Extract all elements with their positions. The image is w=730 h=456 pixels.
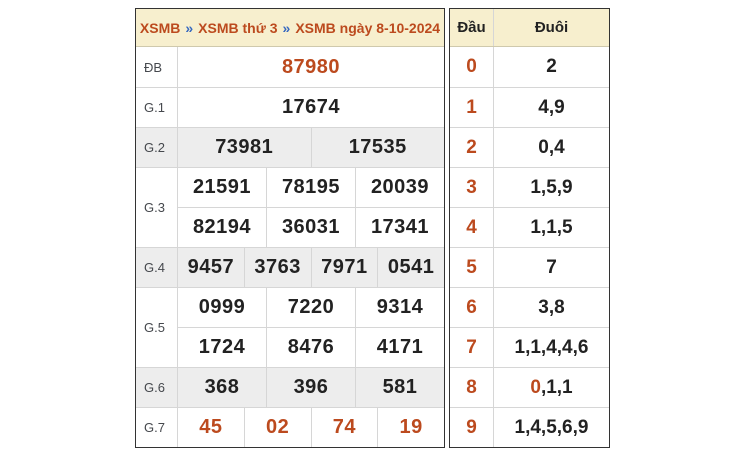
prize-number: 3763 xyxy=(244,248,311,287)
head-tail-row-7: 7 1,1,4,4,6 xyxy=(450,327,609,367)
prize-number: 0999 xyxy=(178,288,266,327)
results-table: XSMB » XSMB thứ 3 » XSMB ngày 8-10-2024 … xyxy=(135,8,445,448)
prize-number: 0541 xyxy=(377,248,444,287)
tail-digits: 1,1,5 xyxy=(494,208,609,247)
prize-number: 78195 xyxy=(266,168,355,207)
prize-number: 4171 xyxy=(355,328,444,367)
head-digit: 7 xyxy=(450,328,494,367)
breadcrumb: XSMB » XSMB thứ 3 » XSMB ngày 8-10-2024 xyxy=(136,9,444,47)
prize-row-g7: G.7 45 02 74 19 xyxy=(136,407,444,447)
head-tail-row-3: 3 1,5,9 xyxy=(450,167,609,207)
prize-row-g4: G.4 9457 3763 7971 0541 xyxy=(136,247,444,287)
prize-number: 9457 xyxy=(178,248,244,287)
head-digit: 9 xyxy=(450,408,494,447)
tail-rest: 1,4,5,6,9 xyxy=(515,417,589,439)
tail-rest: 4,9 xyxy=(538,97,564,119)
tail-rest: 1,1,5 xyxy=(530,217,572,239)
tail-digits: 4,9 xyxy=(494,88,609,127)
breadcrumb-link-date[interactable]: XSMB ngày 8-10-2024 xyxy=(295,20,440,36)
tail-rest: ,1,1 xyxy=(541,377,573,399)
head-digit: 0 xyxy=(450,47,494,87)
prize-number: 7220 xyxy=(266,288,355,327)
prize-label: G.3 xyxy=(136,168,178,247)
prize-label: G.7 xyxy=(136,408,178,447)
head-tail-row-1: 1 4,9 xyxy=(450,87,609,127)
prize-number: 19 xyxy=(377,408,444,447)
prize-number: 20039 xyxy=(355,168,444,207)
head-column-header: Đầu xyxy=(450,9,494,46)
prize-label: G.5 xyxy=(136,288,178,367)
tail-rest: 3,8 xyxy=(538,297,564,319)
prize-number: 8476 xyxy=(266,328,355,367)
breadcrumb-separator-icon: » xyxy=(185,20,193,36)
head-digit: 8 xyxy=(450,368,494,407)
page: XSMB » XSMB thứ 3 » XSMB ngày 8-10-2024 … xyxy=(0,0,730,456)
head-digit: 3 xyxy=(450,168,494,207)
prize-label: G.4 xyxy=(136,248,178,287)
head-digit: 2 xyxy=(450,128,494,167)
prize-row-g2: G.2 73981 17535 xyxy=(136,127,444,167)
prize-number: 36031 xyxy=(266,208,355,247)
breadcrumb-link-weekday[interactable]: XSMB thứ 3 xyxy=(198,20,277,36)
prize-label: G.1 xyxy=(136,88,178,127)
tail-rest: 1,5,9 xyxy=(530,177,572,199)
tail-digits: 1,1,4,4,6 xyxy=(494,328,609,367)
breadcrumb-link-xsmb[interactable]: XSMB xyxy=(140,20,180,36)
prize-number: 21591 xyxy=(178,168,266,207)
prize-number: 17535 xyxy=(311,128,445,167)
head-tail-row-8: 8 0,1,1 xyxy=(450,367,609,407)
prize-number: 45 xyxy=(178,408,244,447)
breadcrumb-separator-icon: » xyxy=(283,20,291,36)
tail-rest: 2 xyxy=(546,56,557,78)
prize-number: 581 xyxy=(355,368,444,407)
tail-column-header: Đuôi xyxy=(494,9,609,46)
head-tail-row-6: 6 3,8 xyxy=(450,287,609,327)
prize-row-g5: G.5 0999 7220 9314 1724 8476 4171 xyxy=(136,287,444,367)
prize-number: 396 xyxy=(266,368,355,407)
head-tail-row-0: 0 2 xyxy=(450,47,609,87)
tail-digits: 0,4 xyxy=(494,128,609,167)
prize-number: 02 xyxy=(244,408,311,447)
prize-row-g1: G.1 17674 xyxy=(136,87,444,127)
tail-digits: 2 xyxy=(494,47,609,87)
head-tail-table: Đầu Đuôi 0 2 1 4,9 2 0,4 3 1,5,9 4 1,1,5… xyxy=(449,8,610,448)
prize-label: ĐB xyxy=(136,47,178,87)
prize-number: 82194 xyxy=(178,208,266,247)
prize-row-g3: G.3 21591 78195 20039 82194 36031 17341 xyxy=(136,167,444,247)
tail-digits: 1,4,5,6,9 xyxy=(494,408,609,447)
head-digit: 1 xyxy=(450,88,494,127)
head-tail-row-4: 4 1,1,5 xyxy=(450,207,609,247)
head-tail-row-2: 2 0,4 xyxy=(450,127,609,167)
prize-label: G.6 xyxy=(136,368,178,407)
prize-row-g6: G.6 368 396 581 xyxy=(136,367,444,407)
tail-rest: 0,4 xyxy=(538,137,564,159)
prize-number: 17341 xyxy=(355,208,444,247)
head-tail-row-5: 5 7 xyxy=(450,247,609,287)
tail-accent: 0 xyxy=(530,377,541,399)
tail-digits: 1,5,9 xyxy=(494,168,609,207)
tail-digits: 7 xyxy=(494,248,609,287)
prize-number: 9314 xyxy=(355,288,444,327)
prize-number: 17674 xyxy=(178,88,444,127)
prize-number: 1724 xyxy=(178,328,266,367)
tail-digits: 3,8 xyxy=(494,288,609,327)
prize-label: G.2 xyxy=(136,128,178,167)
tail-rest: 7 xyxy=(546,257,557,279)
prize-number: 87980 xyxy=(178,47,444,87)
prize-number: 368 xyxy=(178,368,266,407)
head-digit: 4 xyxy=(450,208,494,247)
head-tail-row-9: 9 1,4,5,6,9 xyxy=(450,407,609,447)
head-digit: 6 xyxy=(450,288,494,327)
prize-number: 73981 xyxy=(178,128,311,167)
head-digit: 5 xyxy=(450,248,494,287)
prize-number: 7971 xyxy=(311,248,378,287)
prize-number: 74 xyxy=(311,408,378,447)
breadcrumb-links: XSMB » XSMB thứ 3 » XSMB ngày 8-10-2024 xyxy=(140,20,440,36)
head-tail-header: Đầu Đuôi xyxy=(450,9,609,47)
tail-rest: 1,1,4,4,6 xyxy=(515,337,589,359)
prize-row-special: ĐB 87980 xyxy=(136,47,444,87)
tail-digits: 0,1,1 xyxy=(494,368,609,407)
